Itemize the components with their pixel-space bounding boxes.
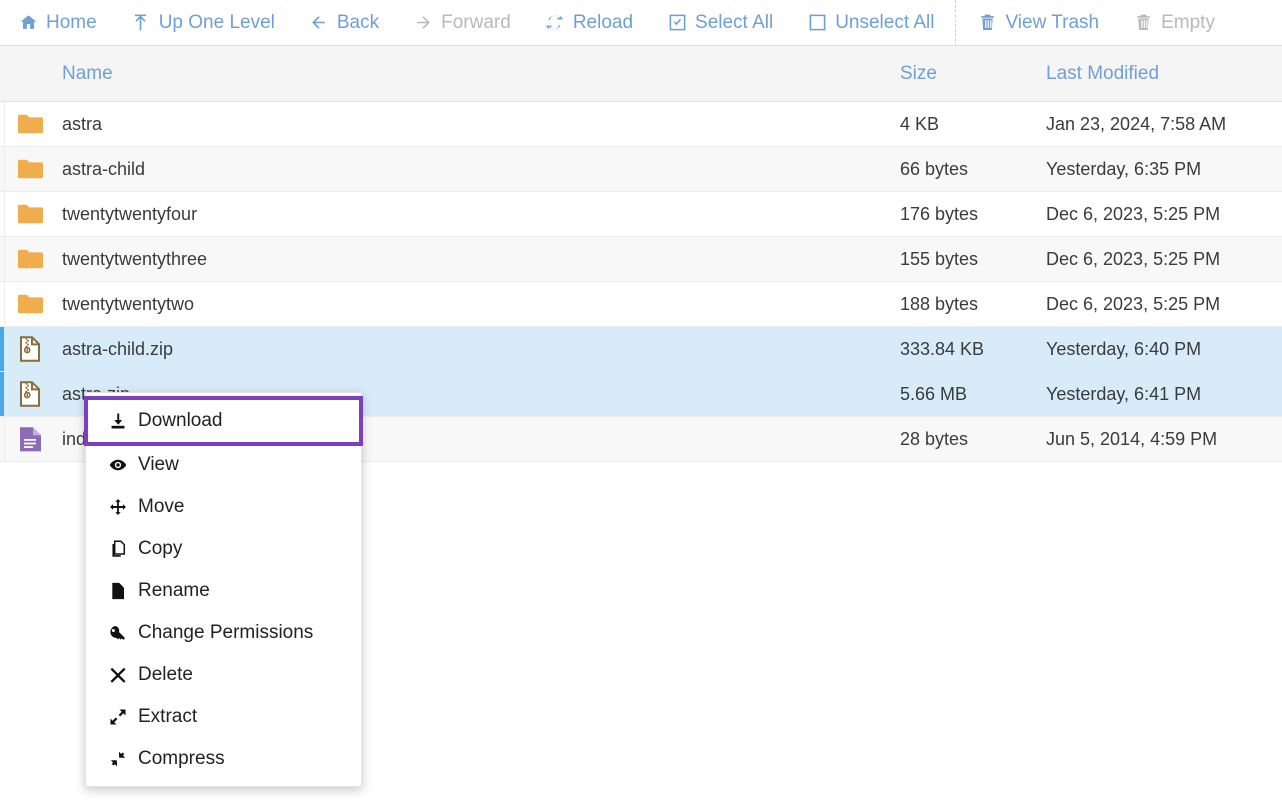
context-menu-item-label: Compress	[138, 748, 225, 769]
context-menu-item-view[interactable]: View	[86, 444, 361, 486]
toolbar-up-one-level-button[interactable]: Up One Level	[114, 0, 292, 45]
context-menu-item-download[interactable]: Download	[84, 396, 363, 446]
context-menu-item-copy[interactable]: Copy	[86, 528, 361, 570]
context-menu-item-label: Delete	[138, 664, 193, 685]
table-row[interactable]: astra 4 KB Jan 23, 2024, 7:58 AM	[0, 102, 1282, 147]
table-row[interactable]: astra-child.zip 333.84 KB Yesterday, 6:40 …	[0, 327, 1282, 372]
context-menu-item-label: Download	[138, 410, 223, 431]
copy-icon	[108, 539, 128, 559]
context-menu-item-label: View	[138, 454, 179, 475]
folder-icon	[0, 159, 60, 179]
folder-icon	[0, 249, 60, 269]
toolbar-view-trash-button[interactable]: View Trash	[960, 0, 1116, 45]
file-icon	[108, 581, 128, 601]
arrow-left-icon	[309, 13, 329, 33]
file-manager-toolbar: Home Up One Level Back Forward Reload Select …	[0, 0, 1282, 46]
file-last-modified: Jan 23, 2024, 7:58 AM	[1046, 113, 1227, 134]
file-size: 5.66 MB	[900, 383, 968, 404]
toolbar-item-label: View Trash	[1005, 11, 1100, 33]
arrow-right-icon	[413, 13, 433, 33]
toolbar-back-button[interactable]: Back	[292, 0, 396, 45]
file-size: 176 bytes	[900, 203, 979, 224]
compress-icon	[108, 749, 128, 769]
eye-icon	[108, 455, 128, 475]
file-size: 28 bytes	[900, 428, 969, 449]
column-header-name[interactable]: Name	[60, 63, 900, 85]
file-last-modified: Jun 5, 2014, 4:59 PM	[1046, 428, 1218, 449]
file-size: 4 KB	[900, 113, 940, 134]
table-row[interactable]: astra-child 66 bytes Yesterday, 6:35 PM	[0, 147, 1282, 192]
file-size: 188 bytes	[900, 293, 979, 314]
toolbar-forward-button: Forward	[396, 0, 528, 45]
file-last-modified: Dec 6, 2023, 5:25 PM	[1046, 203, 1221, 224]
toolbar-reload-button[interactable]: Reload	[528, 0, 650, 45]
table-header-row: Name Size Last Modified	[0, 46, 1282, 102]
file-name[interactable]: astra-child	[60, 159, 900, 180]
move-icon	[108, 497, 128, 517]
table-row[interactable]: twentytwentyfour 176 bytes Dec 6, 2023, 5:…	[0, 192, 1282, 237]
file-name[interactable]: astra	[60, 114, 900, 135]
file-last-modified: Dec 6, 2023, 5:25 PM	[1046, 293, 1221, 314]
context-menu-item-change-permissions[interactable]: Change Permissions	[86, 612, 361, 654]
file-name[interactable]: astra-child.zip	[60, 339, 900, 360]
file-size: 155 bytes	[900, 248, 979, 269]
toolbar-item-label: Select All	[695, 11, 774, 33]
context-menu-item-label: Move	[138, 496, 185, 517]
context-menu-item-label: Copy	[138, 538, 183, 559]
context-menu-item-extract[interactable]: Extract	[86, 696, 361, 738]
key-icon	[108, 623, 128, 643]
home-icon	[18, 13, 38, 33]
file-context-menu: Download View Move Copy Rename Change Permiss…	[84, 392, 363, 787]
zip-icon	[0, 336, 60, 362]
up-arrow-icon	[131, 13, 151, 33]
context-menu-item-compress[interactable]: Compress	[86, 738, 361, 780]
toolbar-select-all-button[interactable]: Select All	[650, 0, 790, 45]
folder-icon	[0, 294, 60, 314]
toolbar-item-label: Up One Level	[158, 11, 275, 33]
folder-icon	[0, 204, 60, 224]
column-header-size[interactable]: Size	[900, 63, 1046, 85]
reload-icon	[545, 13, 565, 33]
toolbar-item-label: Unselect All	[835, 11, 935, 33]
file-name[interactable]: twentytwentyfour	[60, 204, 900, 225]
toolbar-item-label: Reload	[572, 11, 634, 33]
file-size: 66 bytes	[900, 158, 969, 179]
table-row[interactable]: twentytwentythree 155 bytes Dec 6, 2023, 5…	[0, 237, 1282, 282]
download-icon	[108, 411, 128, 431]
checkbox-empty-icon	[807, 13, 827, 33]
file-last-modified: Yesterday, 6:40 PM	[1046, 338, 1202, 359]
file-last-modified: Yesterday, 6:41 PM	[1046, 383, 1202, 404]
context-menu-item-rename[interactable]: Rename	[86, 570, 361, 612]
table-row[interactable]: twentytwentytwo 188 bytes Dec 6, 2023, 5:2…	[0, 282, 1282, 327]
file-name[interactable]: twentytwentytwo	[60, 294, 900, 315]
toolbar-empty-button: Empty	[1116, 0, 1232, 45]
toolbar-item-label: Forward	[441, 11, 511, 33]
toolbar-item-label: Back	[336, 11, 380, 33]
file-size: 333.84 KB	[900, 338, 985, 359]
trash-icon	[1133, 13, 1153, 33]
toolbar-item-label: Empty	[1161, 11, 1215, 33]
context-menu-item-delete[interactable]: Delete	[86, 654, 361, 696]
toolbar-item-label: Home	[46, 11, 97, 33]
x-icon	[108, 665, 128, 685]
context-menu-item-label: Change Permissions	[138, 622, 314, 643]
toolbar-unselect-all-button[interactable]: Unselect All	[790, 0, 951, 45]
checkbox-checked-icon	[667, 13, 687, 33]
column-header-last-modified[interactable]: Last Modified	[1046, 63, 1282, 85]
toolbar-divider	[955, 0, 957, 45]
toolbar-home-button[interactable]: Home	[0, 0, 114, 45]
context-menu-item-label: Rename	[138, 580, 210, 601]
context-menu-item-label: Extract	[138, 706, 198, 727]
file-last-modified: Yesterday, 6:35 PM	[1046, 158, 1202, 179]
file-name[interactable]: twentytwentythree	[60, 249, 900, 270]
file-last-modified: Dec 6, 2023, 5:25 PM	[1046, 248, 1221, 269]
folder-icon	[0, 114, 60, 134]
context-menu-item-move[interactable]: Move	[86, 486, 361, 528]
document-icon	[0, 426, 60, 452]
expand-icon	[108, 707, 128, 727]
zip-icon	[0, 381, 60, 407]
trash-icon	[977, 13, 997, 33]
